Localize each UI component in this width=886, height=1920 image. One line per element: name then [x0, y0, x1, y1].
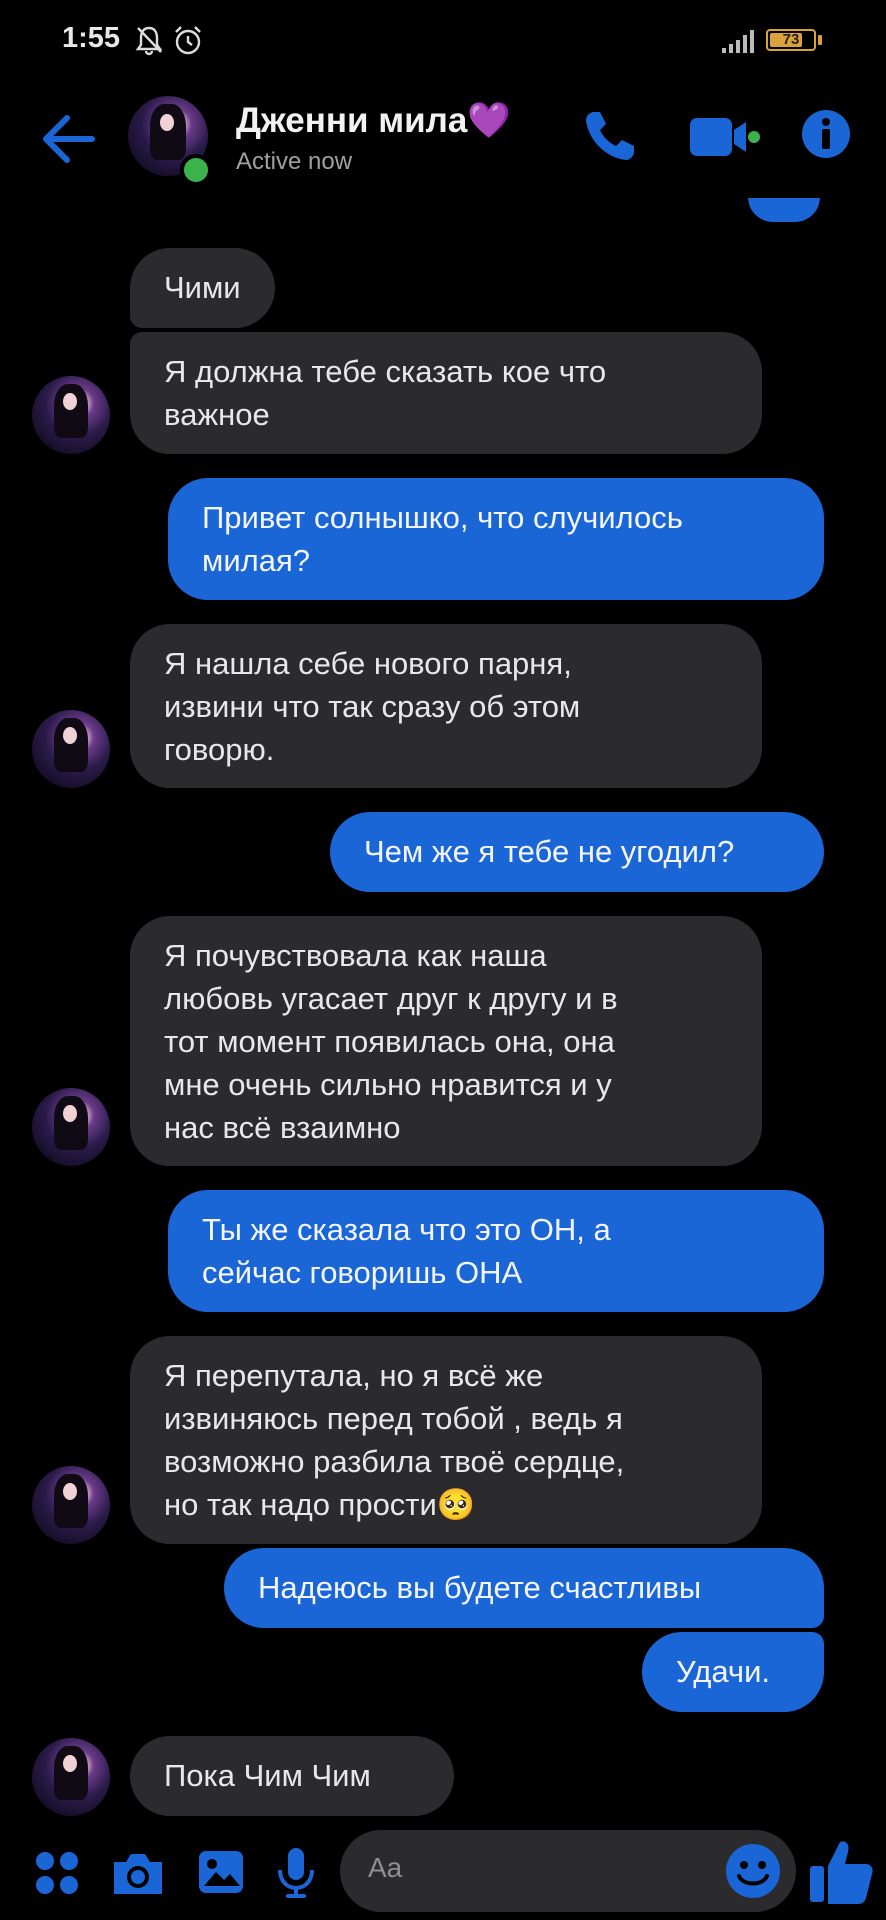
message-received[interactable]: Чими [130, 248, 275, 328]
heart-emoji: 💜 [467, 101, 511, 140]
message-received[interactable]: Пока Чим Чим [130, 1736, 454, 1816]
thumbs-up-icon[interactable] [808, 1836, 874, 1906]
message-received[interactable]: Я должна тебе сказать кое что важное [130, 332, 762, 454]
sender-avatar[interactable] [32, 1738, 110, 1816]
bell-muted-icon [135, 26, 163, 56]
battery-tip [818, 35, 822, 45]
message-composer: Aa [0, 1824, 886, 1920]
gallery-icon[interactable] [196, 1848, 246, 1896]
emoji-icon[interactable] [724, 1842, 782, 1900]
battery-indicator: 73 [766, 29, 816, 51]
message-received[interactable]: Я нашла себе нового парня, извини что та… [130, 624, 762, 788]
status-bar: 1:55 73 [0, 0, 886, 84]
message-sent[interactable]: Надеюсь вы будете счастливы [224, 1548, 824, 1628]
message-input-placeholder: Aa [368, 1852, 403, 1883]
message-sent[interactable]: Ты же сказала что это ОН, а сейчас говор… [168, 1190, 824, 1312]
message-sent[interactable]: Удачи. [642, 1632, 824, 1712]
microphone-icon[interactable] [276, 1846, 316, 1900]
message-received[interactable]: Я почувствовала как наша любовь угасает … [130, 916, 762, 1166]
camera-icon[interactable] [110, 1850, 166, 1896]
sender-avatar[interactable] [32, 710, 110, 788]
info-icon[interactable] [800, 108, 852, 160]
status-time: 1:55 [62, 22, 121, 54]
apps-icon[interactable] [34, 1850, 80, 1896]
message-received[interactable]: Я перепутала, но я всё же извиняюсь пере… [130, 1336, 762, 1544]
presence-status: Active now [236, 148, 353, 175]
message-sent[interactable]: Чем же я тебе не угодил? [330, 812, 824, 892]
video-camera-icon[interactable] [688, 114, 760, 160]
sender-avatar[interactable] [32, 376, 110, 454]
contact-name[interactable]: Дженни мила💜 [236, 100, 511, 141]
message-sent[interactable]: Привет солнышко, что случилось милая? [168, 478, 824, 600]
chat-header: Дженни мила💜 Active now [0, 84, 886, 194]
message-input[interactable]: Aa [340, 1830, 796, 1912]
back-arrow-icon[interactable] [40, 112, 100, 166]
online-indicator [180, 154, 212, 186]
signal-icon [722, 30, 754, 53]
sender-avatar[interactable] [32, 1466, 110, 1544]
phone-icon[interactable] [580, 106, 640, 166]
sender-avatar[interactable] [32, 1088, 110, 1166]
alarm-icon [175, 26, 201, 55]
